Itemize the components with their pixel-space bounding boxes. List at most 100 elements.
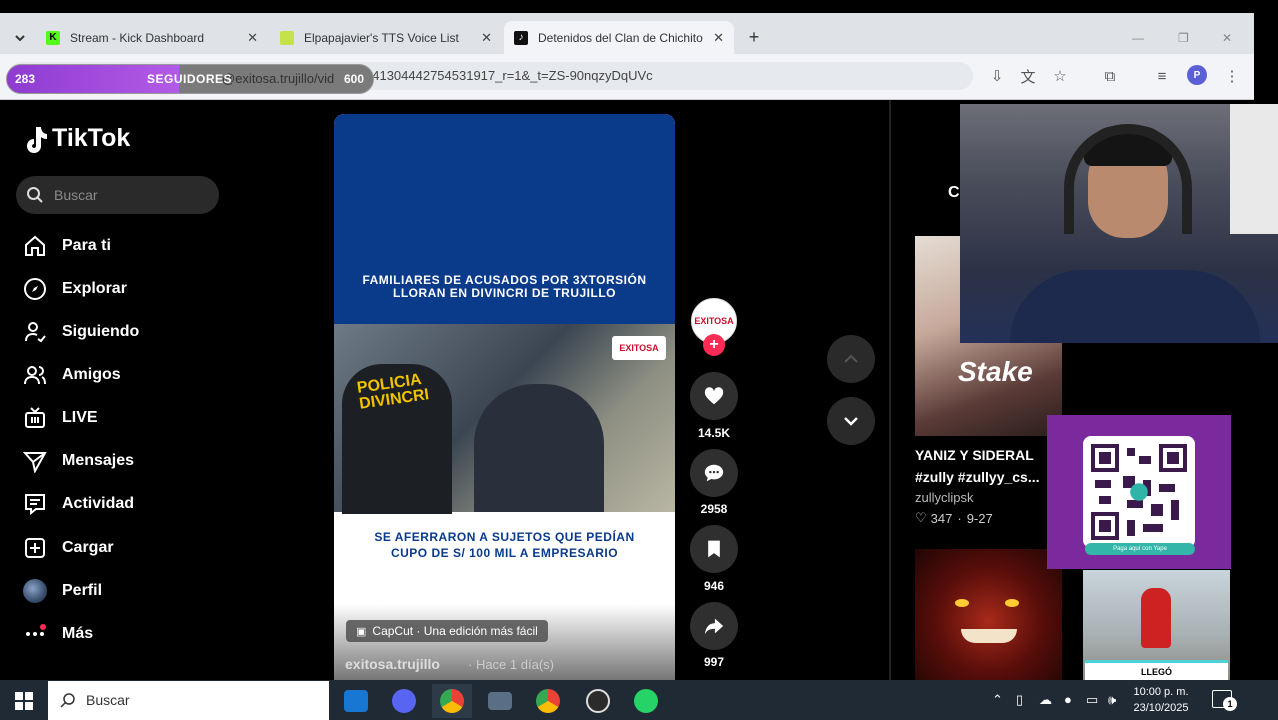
save-button[interactable]: [690, 525, 738, 573]
previous-video-button[interactable]: [827, 335, 875, 383]
search-icon: [60, 693, 75, 708]
start-button[interactable]: [4, 684, 44, 718]
discord-app-icon[interactable]: [384, 684, 424, 718]
close-tab-icon[interactable]: ✕: [713, 30, 724, 46]
tiktok-logo[interactable]: TikTok: [22, 124, 130, 153]
video-player[interactable]: FAMILIARES DE ACUSADOS POR 3XTORSIÓN LLO…: [334, 114, 675, 680]
following-icon: [22, 319, 48, 345]
nav-siguiendo[interactable]: Siguiendo: [22, 319, 139, 345]
follower-goal-bar: @exitosa.trujillo/vid 283 SEGUIDORES 600: [6, 64, 374, 94]
nav-mas[interactable]: Más: [22, 621, 93, 647]
chevron-down-icon: [844, 417, 858, 426]
clock-time: 10:00 p. m.: [1133, 686, 1189, 698]
whatsapp-app-icon[interactable]: [626, 684, 666, 718]
follower-label: SEGUIDORES: [147, 72, 233, 86]
tab-title: Stream - Kick Dashboard: [70, 30, 205, 45]
chevron-down-icon: [15, 34, 25, 41]
tab-tiktok[interactable]: ♪ Detenidos del Clan de Chichito ✕: [504, 21, 734, 54]
tiktok-search-input[interactable]: [16, 176, 219, 214]
install-app-icon[interactable]: ⇩: [987, 66, 1007, 86]
nav-para-ti[interactable]: Para ti: [22, 233, 111, 259]
nav-label: Amigos: [62, 366, 121, 383]
streamer-shirt: [1010, 270, 1260, 343]
nav-live[interactable]: LIVE: [22, 405, 98, 431]
nav-mensajes[interactable]: Mensajes: [22, 448, 134, 474]
person-red-shirt: [1141, 588, 1171, 648]
follower-current: 283: [15, 72, 36, 86]
heart-outline-icon: ♡: [915, 510, 927, 525]
nav-label: Cargar: [62, 539, 114, 556]
nav-amigos[interactable]: Amigos: [22, 362, 121, 388]
search-icon: [27, 187, 43, 203]
stake-watermark: Stake: [958, 356, 1033, 387]
follow-plus-button[interactable]: +: [703, 334, 725, 356]
tray-network-icon[interactable]: ▭: [1086, 692, 1098, 708]
save-count: 946: [703, 579, 725, 593]
nav-label: Para ti: [62, 237, 111, 254]
translate-icon[interactable]: 文: [1018, 66, 1038, 86]
friends-icon: [22, 362, 48, 388]
thumbnail-caption: LLEGÓ: [1085, 660, 1228, 680]
related-video-thumbnail[interactable]: [915, 549, 1062, 680]
tray-device-icon[interactable]: ▯: [1016, 692, 1023, 708]
notification-count: 1: [1223, 697, 1237, 711]
tab-tts[interactable]: Elpapajavier's TTS Voice List ✕: [270, 21, 502, 54]
video-subheadline: SE AFERRARON A SUJETOS QUE PEDÍAN CUPO D…: [334, 529, 675, 561]
share-button[interactable]: [690, 602, 738, 650]
new-tab-button[interactable]: +: [742, 21, 766, 54]
menu-kebab-icon[interactable]: ⋮: [1222, 66, 1242, 86]
like-button[interactable]: [690, 372, 738, 420]
camera-app-icon[interactable]: [480, 684, 520, 718]
compass-icon: [22, 276, 48, 302]
tray-cloud-icon[interactable]: ☁: [1039, 692, 1052, 708]
taskbar-search-placeholder: Buscar: [86, 692, 130, 708]
chrome-app-icon[interactable]: [432, 684, 472, 718]
capcut-label: CapCut · Una edición más fácil: [372, 624, 538, 638]
tray-mic-icon[interactable]: ●: [1064, 692, 1072, 707]
related-video-author[interactable]: zullyclipsk: [915, 490, 974, 505]
nav-cargar[interactable]: Cargar: [22, 535, 114, 561]
media-control-icon[interactable]: ≡: [1152, 66, 1172, 86]
qr-caption: Paga aquí con Yape: [1085, 543, 1195, 555]
browser-tab-bar: K Stream - Kick Dashboard ✕ Elpapajavier…: [0, 13, 1254, 54]
upload-icon: [22, 535, 48, 561]
share-count: 997: [703, 655, 725, 669]
taskbar-clock[interactable]: 10:00 p. m. 23/10/2025: [1130, 684, 1192, 716]
capcut-badge[interactable]: ▣ CapCut · Una edición más fácil: [346, 620, 548, 642]
creator-avatar-text: EXITOSA: [694, 316, 734, 326]
nav-label: Explorar: [62, 280, 127, 297]
video-headline: FAMILIARES DE ACUSADOS POR 3XTORSIÓN LLO…: [334, 274, 675, 300]
tiktok-icon: ♪: [514, 30, 528, 45]
nav-label: Siguiendo: [62, 323, 140, 340]
profile-avatar[interactable]: P: [1187, 65, 1207, 85]
qr-pattern: [1091, 444, 1187, 540]
outlook-app-icon[interactable]: [336, 684, 376, 718]
nav-perfil[interactable]: Perfil: [22, 578, 102, 604]
tray-volume-icon[interactable]: 🕪: [1108, 692, 1116, 708]
related-video-title[interactable]: YANIZ Y SIDERAL #zully #zullyy_cs...: [915, 444, 1065, 488]
extensions-icon[interactable]: ⧉: [1100, 66, 1120, 86]
tab-kick[interactable]: K Stream - Kick Dashboard ✕: [36, 21, 268, 54]
tray-chevron-up-icon[interactable]: ⌃: [992, 692, 1003, 708]
tab-search-dropdown[interactable]: [8, 21, 32, 54]
video-headline-text: FAMILIARES DE ACUSADOS POR 3XTORSIÓN LLO…: [362, 273, 647, 300]
tts-icon: [280, 30, 294, 45]
close-window-button[interactable]: ✕: [1222, 21, 1242, 54]
exitosa-watermark: EXITOSA: [612, 336, 666, 360]
next-video-button[interactable]: [827, 397, 875, 445]
chrome-profile-app-icon[interactable]: [528, 684, 568, 718]
video-author[interactable]: exitosa.trujillo: [345, 656, 440, 672]
bookmark-star-icon[interactable]: ☆: [1050, 66, 1070, 86]
obs-app-icon[interactable]: [578, 684, 618, 718]
webcam-background: [1230, 104, 1278, 234]
address-url: 641304442754531917_r=1&_t=ZS-90nqzyDqUVc: [365, 68, 653, 83]
restore-button[interactable]: ❐: [1178, 21, 1198, 54]
comment-button[interactable]: [690, 449, 738, 497]
close-tab-icon[interactable]: ✕: [481, 30, 492, 46]
qr-code: [1083, 436, 1195, 548]
nav-actividad[interactable]: Actividad: [22, 491, 134, 517]
nav-explorar[interactable]: Explorar: [22, 276, 127, 302]
minimize-button[interactable]: —: [1132, 21, 1152, 54]
close-tab-icon[interactable]: ✕: [247, 30, 258, 46]
notifications-icon[interactable]: 1: [1212, 690, 1237, 711]
